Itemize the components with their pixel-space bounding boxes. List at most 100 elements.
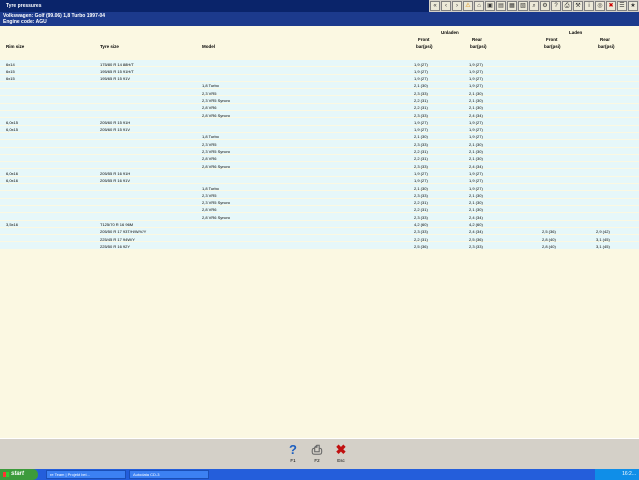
start-label: start xyxy=(11,471,25,477)
back-icon[interactable]: « xyxy=(430,1,440,11)
tyre-size-cell: 225/50 R 16 92Y xyxy=(100,243,131,249)
front-unladen-cell: 2,3 (33) xyxy=(414,141,428,147)
model-cell: 2,3 VR5 Syncro xyxy=(202,200,231,206)
list-icon[interactable]: ☰ xyxy=(617,1,627,11)
rear-unladen-cell: 1,9 (27) xyxy=(469,170,483,176)
close-icon[interactable]: ✖ xyxy=(606,1,616,11)
rear-unladen-cell: 2,1 (30) xyxy=(469,141,483,147)
front-unladen-cell: 2,3 (33) xyxy=(414,192,428,198)
model-cell: 2,3 VR5 xyxy=(202,192,217,198)
start-button[interactable]: start xyxy=(0,469,38,480)
table-row: 2,8 VR6 2,2 (31) 2,1 (30) xyxy=(0,103,639,112)
book-icon[interactable]: ▤ xyxy=(496,1,506,11)
rear-unladen-cell: 1,9 (27) xyxy=(469,61,483,67)
task-team[interactable]: re Team | Projekt bei... xyxy=(46,470,126,479)
close-icon: ✖ xyxy=(335,442,347,457)
info-icon[interactable]: i xyxy=(584,1,594,11)
task-list: re Team | Projekt bei... Autodata CD-3 xyxy=(46,470,209,479)
model-cell: 2,8 VR6 Syncro xyxy=(202,163,231,169)
rear-unladen-cell: 2,5 (36) xyxy=(469,236,483,242)
front-unladen-cell: 1,9 (27) xyxy=(414,178,428,184)
front-unladen-cell: 2,2 (31) xyxy=(414,149,428,155)
unit-header: bar(psi) xyxy=(598,44,615,49)
rear-unladen-cell: 1,9 (27) xyxy=(469,178,483,184)
rear-laden-cell: 3,1 (45) xyxy=(596,243,610,249)
model-cell: 1,8 Turbo xyxy=(202,83,219,89)
front-unladen-cell: 1,9 (27) xyxy=(414,119,428,125)
rear-unladen-cell: 2,1 (30) xyxy=(469,105,483,111)
unit-header: bar(psi) xyxy=(544,44,561,49)
front-unladen-cell: 2,3 (33) xyxy=(414,112,428,118)
prev-icon[interactable]: ‹ xyxy=(441,1,451,11)
home-icon[interactable]: ⌂ xyxy=(474,1,484,11)
table-row: 2,3 VR5 Syncro 2,2 (31) 2,1 (30) xyxy=(0,147,639,155)
table-row: 225/50 R 16 92Y 2,5 (36) 2,3 (33) 2,8 (40) 3… xyxy=(0,242,639,250)
rear-unladen-cell: 1,9 (27) xyxy=(469,83,483,89)
front-unladen-cell: 1,9 (27) xyxy=(414,61,428,67)
table-row: 2,8 VR6 2,2 (31) 2,1 (30) xyxy=(0,205,639,214)
rear-unladen-cell: 2,1 (30) xyxy=(469,90,483,96)
windows-flag-icon xyxy=(3,472,9,477)
warning-icon[interactable]: ⚠ xyxy=(463,1,473,11)
rim-size-cell: 6x15 xyxy=(6,68,15,74)
rim-size-cell: 6,0x15 xyxy=(6,127,19,133)
model-cell: 1,8 Turbo xyxy=(202,185,219,191)
front-unladen-cell: 2,2 (31) xyxy=(414,236,428,242)
chart-icon[interactable]: ▧ xyxy=(518,1,528,11)
front-laden-header: Front xyxy=(546,37,558,42)
front-unladen-cell: 2,2 (31) xyxy=(414,156,428,162)
model-cell: 1,8 Turbo xyxy=(202,134,219,140)
escape-label: Esc xyxy=(337,458,345,463)
front-laden-cell: 2,8 (40) xyxy=(542,243,556,249)
front-laden-cell: 2,8 (40) xyxy=(542,236,556,242)
rear-unladen-cell: 2,1 (30) xyxy=(469,97,483,103)
table-row: 3,5x16 T125/70 R 16 96M 4,2 (60) 4,2 (60) xyxy=(0,220,639,228)
rear-unladen-cell: 2,4 (34) xyxy=(469,214,483,220)
front-unladen-cell: 2,2 (31) xyxy=(414,97,428,103)
globe-icon[interactable]: ◎ xyxy=(595,1,605,11)
model-cell: 2,3 VR5 Syncro xyxy=(202,149,231,155)
table-row: 1,8 Turbo 2,1 (30) 1,9 (27) xyxy=(0,132,639,141)
rim-size-cell: 6x14 xyxy=(6,61,15,67)
table-row: 2,3 VR5 2,3 (33) 2,1 (30) xyxy=(0,89,639,97)
help-icon[interactable]: ? xyxy=(551,1,561,11)
table-row: 6,0x15 205/60 R 15 91V 1,9 (27) 1,9 (27) xyxy=(0,125,639,133)
rim-size-cell: 6,0x16 xyxy=(6,170,19,176)
rim-size-cell: 3,5x16 xyxy=(6,222,19,228)
rear-unladen-cell: 1,9 (27) xyxy=(469,76,483,82)
folder-icon[interactable]: ▦ xyxy=(507,1,517,11)
front-unladen-cell: 2,1 (30) xyxy=(414,185,428,191)
model-cell: 2,8 VR6 Syncro xyxy=(202,112,231,118)
search-icon[interactable]: ⌕ xyxy=(529,1,539,11)
front-laden-cell: 2,5 (36) xyxy=(542,229,556,235)
help-button[interactable]: ? F1 xyxy=(283,442,303,468)
table-row: 6x14 175/80 R 14 88H/T 1,9 (27) 1,9 (27) xyxy=(0,60,639,68)
front-unladen-cell: 2,3 (33) xyxy=(414,90,428,96)
star-icon[interactable]: ★ xyxy=(628,1,638,11)
print-icon[interactable]: ⎙ xyxy=(562,1,572,11)
next-icon[interactable]: › xyxy=(452,1,462,11)
rear-unladen-cell: 1,9 (27) xyxy=(469,119,483,125)
rear-unladen-cell: 1,9 (27) xyxy=(469,134,483,140)
print-icon: ⎙ xyxy=(311,442,323,457)
function-bar: ? F1 ⎙ F2 ✖ Esc xyxy=(0,438,639,469)
rim-size-header: Rim size xyxy=(6,44,25,49)
front-unladen-cell: 4,2 (60) xyxy=(414,222,428,228)
engine-code: Engine code: AGU xyxy=(3,19,47,25)
table-row: 2,8 VR6 Syncro 2,3 (33) 2,4 (34) xyxy=(0,213,639,221)
tools-icon[interactable]: ⚒ xyxy=(573,1,583,11)
car-icon[interactable]: ▣ xyxy=(485,1,495,11)
unladen-header: Unladen xyxy=(441,30,459,35)
model-cell: 2,8 VR6 Syncro xyxy=(202,214,231,220)
help-icon: ? xyxy=(289,442,297,457)
print-button[interactable]: ⎙ F2 xyxy=(307,442,327,468)
rear-unladen-cell: 2,1 (30) xyxy=(469,192,483,198)
column-header: Unladen Laden Front Rear Front Rear Rim … xyxy=(0,26,639,52)
settings-icon[interactable]: ⚙ xyxy=(540,1,550,11)
model-cell: 2,3 VR5 xyxy=(202,141,217,147)
rear-unladen-cell: 2,1 (30) xyxy=(469,200,483,206)
help-label: F1 xyxy=(290,458,296,463)
task-autodata[interactable]: Autodata CD-3 xyxy=(129,470,209,479)
escape-button[interactable]: ✖ Esc xyxy=(331,442,351,468)
front-unladen-cell: 1,9 (27) xyxy=(414,170,428,176)
